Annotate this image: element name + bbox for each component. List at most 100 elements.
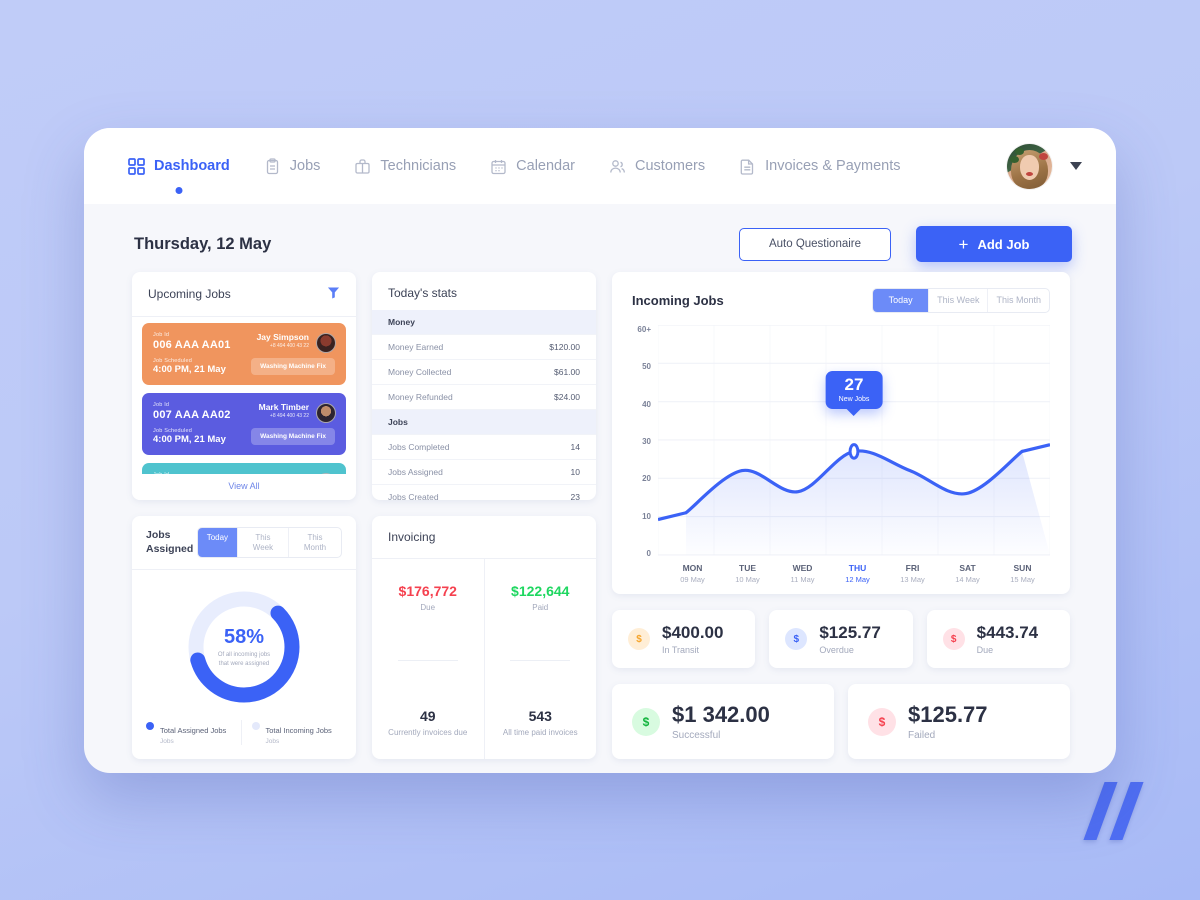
job-card[interactable]: Job Id 007 AAA AA02 Mark Timber +8 494 4… xyxy=(142,393,346,455)
view-all-link[interactable]: View All xyxy=(132,474,356,500)
chart-tooltip: 27 New Jobs xyxy=(825,370,883,409)
stats-row: Jobs Assigned 10 xyxy=(372,460,596,485)
stats-row-label: Money Earned xyxy=(388,342,444,352)
payment-stat-card[interactable]: $ $400.00 In Transit xyxy=(612,610,756,668)
customer-name: Mark Timber xyxy=(258,402,309,412)
x-tick-date: 10 May xyxy=(735,575,760,584)
plus-icon: + xyxy=(958,234,969,254)
tab-today[interactable]: Today xyxy=(873,289,930,312)
job-scheduled-value: 4:00 PM, 21 May xyxy=(153,434,226,445)
y-tick: 40 xyxy=(642,399,651,409)
x-tick-day: THU xyxy=(848,563,867,573)
legend-sublabel: Jobs xyxy=(265,738,280,745)
x-tick-date: 09 May xyxy=(680,575,705,584)
app-window: Dashboard Jobs Technicians Calendar Cust… xyxy=(84,128,1116,773)
upcoming-jobs-card: Upcoming Jobs Job Id 006 AAA AA01 Jay Si… xyxy=(132,272,356,500)
dashboard-grid: Upcoming Jobs Job Id 006 AAA AA01 Jay Si… xyxy=(84,272,1116,759)
customer-avatar xyxy=(316,403,336,423)
stats-group-header: Money xyxy=(372,310,596,335)
tab-this-month[interactable]: This Month xyxy=(988,289,1049,312)
todays-stats-title: Today's stats xyxy=(388,286,457,300)
jobs-list[interactable]: Job Id 006 AAA AA01 Jay Simpson +8 494 4… xyxy=(132,317,356,474)
payment-stat-card[interactable]: $ $443.74 Due xyxy=(926,610,1070,668)
job-id-label: Job Id xyxy=(153,472,231,474)
brand-logo-icon xyxy=(1083,782,1154,842)
tab-today[interactable]: Today xyxy=(197,528,238,558)
tab-this-week[interactable]: This Week xyxy=(238,528,290,558)
chevron-down-icon[interactable] xyxy=(1070,162,1082,170)
invoicing-paid-amount: $122,644 xyxy=(511,583,570,599)
x-tick: WED 11 May xyxy=(775,563,830,584)
job-card[interactable]: Job Id 006 AAA AA01 Jay Simpson +8 494 4… xyxy=(142,323,346,385)
stats-row-value: 23 xyxy=(570,492,580,500)
x-tick-day: FRI xyxy=(905,563,920,573)
stats-row-label: Money Collected xyxy=(388,367,452,377)
legend-label: Total Assigned Jobs xyxy=(160,726,227,735)
tooltip-label: New Jobs xyxy=(838,395,870,403)
job-card[interactable]: Job Id 008 AAA AA03 William Smith +8 494… xyxy=(142,463,346,474)
nav-item-invoices-payments[interactable]: Invoices & Payments xyxy=(739,154,901,179)
invoicing-due-count: 49 xyxy=(419,708,436,724)
x-tick-date: 15 May xyxy=(1010,575,1035,584)
x-tick: SUN 15 May xyxy=(995,563,1050,584)
y-tick: 60+ xyxy=(637,324,651,334)
column-left: Upcoming Jobs Job Id 006 AAA AA01 Jay Si… xyxy=(132,272,356,759)
active-indicator-dot xyxy=(175,186,183,194)
stats-group-header: Jobs xyxy=(372,410,596,435)
assigned-subtitle-line2: that were assigned xyxy=(218,660,270,667)
add-job-button[interactable]: + Add Job xyxy=(916,226,1072,262)
payment-caption: In Transit xyxy=(662,645,700,655)
tab-this-month[interactable]: This Month xyxy=(289,528,341,557)
auto-questionnaire-button[interactable]: Auto Questionaire xyxy=(739,227,891,261)
add-job-label: Add Job xyxy=(977,236,1030,252)
stats-group-label: Jobs xyxy=(388,417,408,427)
top-navigation: Dashboard Jobs Technicians Calendar Cust… xyxy=(84,128,1116,204)
x-tick-date: 14 May xyxy=(955,575,980,584)
filter-icon[interactable] xyxy=(327,286,340,302)
job-type-tag: Washing Machine Fix xyxy=(251,358,335,375)
stats-row-value: $120.00 xyxy=(549,342,580,352)
payment-stat-card[interactable]: $ $1 342.00 Successful xyxy=(612,684,834,759)
assigned-subtitle-line1: Of all incoming jobs xyxy=(217,651,271,658)
customer-name: Jay Simpson xyxy=(256,332,309,342)
jobs-assigned-range-tabs: Today This Week This Month xyxy=(196,527,342,559)
nav-items: Dashboard Jobs Technicians Calendar Cust… xyxy=(128,154,1007,194)
nav-item-jobs[interactable]: Jobs xyxy=(264,154,320,179)
todays-stats-card: Today's stats Money Money Earned $120.00… xyxy=(372,272,596,500)
invoicing-card: Invoicing $176,772 Due 49 Currently invo… xyxy=(372,516,596,759)
payment-caption: Failed xyxy=(908,730,936,741)
stats-row-value: $61.00 xyxy=(554,367,580,377)
stats-row: Money Earned $120.00 xyxy=(372,335,596,360)
x-tick-day: SAT xyxy=(959,563,976,573)
incoming-jobs-chart-card: Incoming Jobs Today This Week This Month… xyxy=(612,272,1070,594)
chart-x-axis: MON 09 May TUE 10 May WED 11 May THU 12 … xyxy=(665,563,1050,584)
avatar[interactable] xyxy=(1007,143,1052,189)
y-tick: 0 xyxy=(646,548,651,558)
job-id-value: 007 AAA AA02 xyxy=(153,409,231,421)
payment-caption: Successful xyxy=(672,730,721,741)
y-tick: 30 xyxy=(642,436,651,446)
donut-legend: Total Assigned Jobs Jobs Total Incoming … xyxy=(132,720,356,759)
upcoming-jobs-header: Upcoming Jobs xyxy=(132,272,356,317)
legend-dot-icon xyxy=(251,722,260,730)
payment-stat-card[interactable]: $ $125.77 Failed xyxy=(848,684,1070,759)
x-tick-day: MON xyxy=(682,563,703,573)
stats-row-value: $24.00 xyxy=(554,392,580,402)
customer-avatar xyxy=(316,473,336,474)
grid-icon xyxy=(128,157,145,175)
x-tick-day: SUN xyxy=(1013,563,1032,573)
column-right: Incoming Jobs Today This Week This Month… xyxy=(612,272,1070,759)
nav-item-technicians[interactable]: Technicians xyxy=(354,154,456,179)
nav-item-dashboard[interactable]: Dashboard xyxy=(128,154,230,194)
payment-stat-card[interactable]: $ $125.77 Overdue xyxy=(769,610,913,668)
upcoming-jobs-title: Upcoming Jobs xyxy=(148,287,231,301)
nav-item-calendar[interactable]: Calendar xyxy=(490,154,575,179)
tab-this-week[interactable]: This Week xyxy=(929,289,989,312)
page-title: Thursday, 12 May xyxy=(134,234,272,253)
profile-area xyxy=(1007,143,1082,189)
dollar-icon: $ xyxy=(628,628,650,650)
stats-row: Money Refunded $24.00 xyxy=(372,385,596,410)
nav-item-customers[interactable]: Customers xyxy=(609,154,705,179)
invoicing-title: Invoicing xyxy=(388,530,436,544)
invoicing-paid-caption: Paid xyxy=(532,603,549,612)
